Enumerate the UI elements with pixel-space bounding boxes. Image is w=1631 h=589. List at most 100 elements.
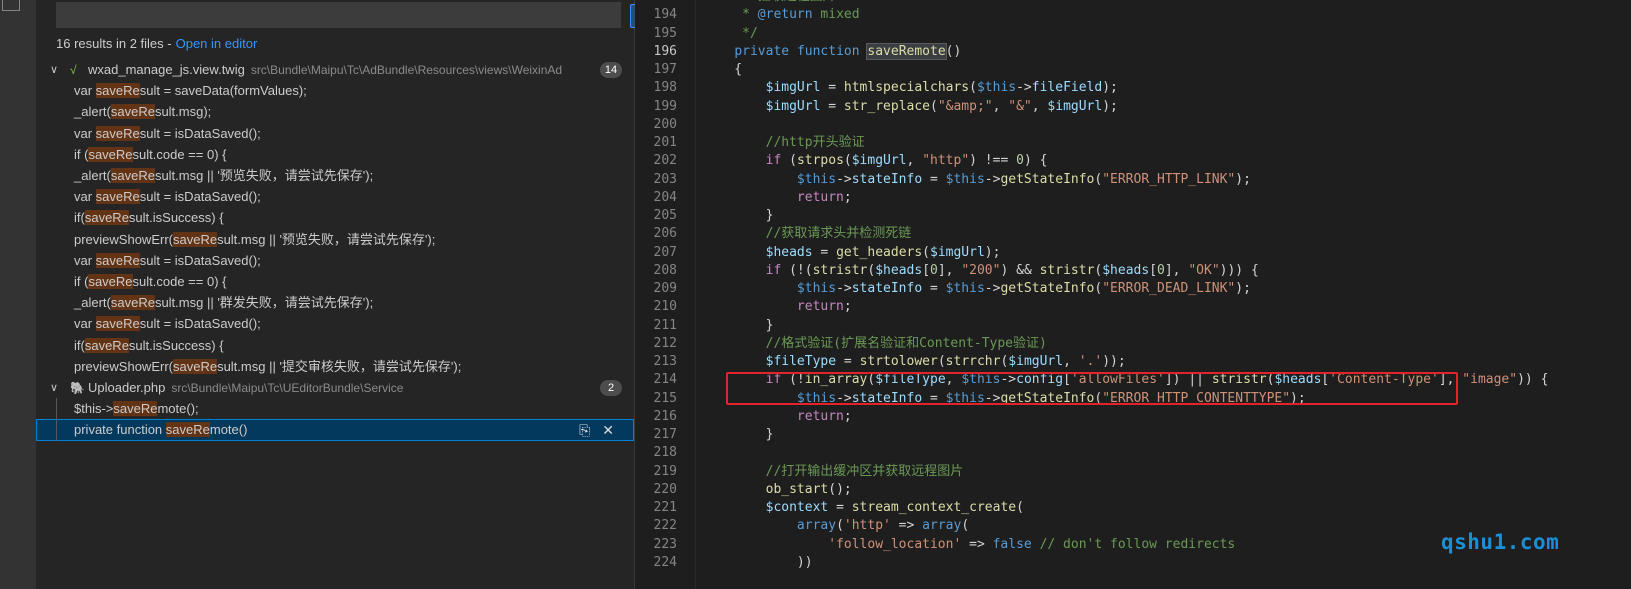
search-match-row[interactable]: var saveResult = isDataSaved(); xyxy=(36,186,634,208)
code-text: * @return mixed xyxy=(703,7,860,23)
code-line[interactable]: 204 return; xyxy=(635,189,1631,207)
line-number: 209 xyxy=(653,281,677,296)
search-match-row[interactable]: var saveResult = isDataSaved(); xyxy=(36,313,634,335)
code-text: //打开输出缓冲区并获取远程图片 xyxy=(703,463,964,479)
search-match-row[interactable]: if (saveResult.code == 0) { xyxy=(36,144,634,166)
code-line[interactable]: 208 if (!(stristr($heads[0], "200") && s… xyxy=(635,262,1631,280)
code-text: $fileType = strtolower(strrchr($imgUrl, … xyxy=(765,354,1126,369)
match-suffix: sult.msg || '预览失败，请尝试先保存'); xyxy=(217,231,436,247)
code-text: if (!(stristr($heads[0], "200") && stris… xyxy=(765,262,1259,278)
chevron-down-icon[interactable]: ∨ xyxy=(50,377,62,399)
open-in-editor-link[interactable]: Open in editor xyxy=(176,36,258,51)
search-match-row[interactable]: if(saveResult.isSuccess) { xyxy=(36,207,634,229)
code-line[interactable]: 193 * 拉取远程图片 xyxy=(635,0,1631,6)
dismiss-icon[interactable]: ✕ xyxy=(602,422,614,438)
search-match-row[interactable]: var saveResult = saveData(formValues); xyxy=(36,80,634,102)
code-line[interactable]: 197 { xyxy=(635,61,1631,79)
replace-icon[interactable]: ⎘ xyxy=(579,422,590,438)
code-line[interactable]: 210 return; xyxy=(635,298,1631,316)
code-line[interactable]: 224 )) xyxy=(635,554,1631,572)
match-text: previewShowErr(saveResult.msg || '预览失败，请… xyxy=(74,229,435,251)
code-line[interactable]: 203 $this->stateInfo = $this->getStateIn… xyxy=(635,171,1631,189)
code-line[interactable]: 201 //http开头验证 xyxy=(635,134,1631,152)
file-path: src\Bundle\Maipu\Tc\UEditorBundle\Servic… xyxy=(171,381,404,395)
match-highlight: saveRe xyxy=(88,146,133,162)
code-line[interactable]: 219 //打开输出缓冲区并获取远程图片 xyxy=(635,463,1631,481)
code-line[interactable]: 212 //格式验证(扩展名验证和Content-Type验证) xyxy=(635,335,1631,353)
code-line[interactable]: 217 } xyxy=(635,426,1631,444)
search-match-row[interactable]: var saveResult = isDataSaved(); xyxy=(36,250,634,272)
match-suffix: sult.msg || '群发失败，请尝试先保存'); xyxy=(154,295,374,311)
php-file-icon: 🐘 xyxy=(70,381,85,395)
match-prefix: if ( xyxy=(74,146,89,162)
match-prefix: var xyxy=(74,83,96,99)
chevron-down-icon[interactable]: ∨ xyxy=(50,59,62,81)
line-number: 216 xyxy=(653,408,677,424)
code-line[interactable]: 205 } xyxy=(635,207,1631,225)
search-match-row[interactable]: _alert(saveResult.msg); xyxy=(36,101,634,123)
result-file-row[interactable]: ∨ 🐘 Uploader.php src\Bundle\Maipu\Tc\UEdito… xyxy=(36,377,634,399)
match-text: $this->saveRemote(); xyxy=(74,398,199,420)
search-sidebar: ⚙ 16 results in 2 files -Open in editor … xyxy=(36,0,656,589)
search-match-row[interactable]: if (saveResult.code == 0) { xyxy=(36,271,634,293)
match-suffix: sult.msg || '预览失败，请尝试先保存'); xyxy=(154,168,374,183)
code-line[interactable]: 216 return; xyxy=(635,408,1631,426)
match-highlight: saveRe xyxy=(95,189,140,205)
code-text: return; xyxy=(796,299,852,315)
search-match-row[interactable]: previewShowErr(saveResult.msg || '预览失败，请… xyxy=(36,229,634,251)
code-line[interactable]: 218 xyxy=(635,444,1631,462)
match-prefix: $this-> xyxy=(74,401,114,417)
code-line[interactable]: 198 $imgUrl = htmlspecialchars($this->fi… xyxy=(635,79,1631,97)
code-line[interactable]: 211 } xyxy=(635,317,1631,335)
search-match-row[interactable]: if(saveResult.isSuccess) { xyxy=(36,335,634,357)
match-highlight: saveRe xyxy=(88,274,133,289)
line-number: 193 xyxy=(635,0,677,6)
code-text: //格式验证(扩展名验证和Content-Type验证) xyxy=(703,335,1047,351)
line-number: 218 xyxy=(653,445,677,461)
result-file-row[interactable]: ∨ √ wxad_manage_js.view.twig src\Bundle\Mai… xyxy=(36,59,634,81)
code-text: 'follow_location' => false // don't foll… xyxy=(828,536,1236,552)
line-number: 197 xyxy=(653,62,677,77)
code-line[interactable]: 195 */ xyxy=(635,25,1631,43)
code-line[interactable]: 209 $this->stateInfo = $this->getStateIn… xyxy=(635,280,1631,298)
search-match-row[interactable]: _alert(saveResult.msg || '群发失败，请尝试先保存'); xyxy=(36,292,634,314)
search-match-row[interactable]: private function saveRemote() ⎘ ✕ xyxy=(36,419,634,442)
match-suffix: sult.code == 0) { xyxy=(132,274,227,289)
code-line[interactable]: 213 $fileType = strtolower(strrchr($imgU… xyxy=(635,353,1631,371)
search-input[interactable] xyxy=(56,2,621,28)
explorer-icon[interactable] xyxy=(2,0,20,11)
search-match-row[interactable]: previewShowErr(saveResult.msg || '提交审核失败… xyxy=(36,356,634,378)
code-line[interactable]: 200 xyxy=(635,116,1631,134)
code-line[interactable]: 199 $imgUrl = str_replace("&amp;", "&", … xyxy=(635,98,1631,116)
match-prefix: previewShowErr( xyxy=(74,231,173,247)
line-number: 222 xyxy=(653,518,677,534)
code-line[interactable]: 220 ob_start(); xyxy=(635,481,1631,499)
code-line[interactable]: 194 * @return mixed xyxy=(635,6,1631,24)
match-suffix: sult = isDataSaved(); xyxy=(139,316,261,332)
match-text: var saveResult = isDataSaved(); xyxy=(74,123,261,145)
match-prefix: previewShowErr( xyxy=(74,358,173,374)
match-suffix: sult.isSuccess) { xyxy=(128,337,224,353)
code-editor[interactable]: 193 * 拉取远程图片194 * @return mixed195 */196… xyxy=(635,0,1631,589)
match-highlight: saveRe xyxy=(95,83,140,99)
line-number: 212 xyxy=(653,335,677,351)
match-count-badge: 14 xyxy=(600,62,622,78)
search-match-row[interactable]: $this->saveRemote(); xyxy=(36,398,634,420)
match-suffix: sult = isDataSaved(); xyxy=(139,252,261,268)
line-number: 211 xyxy=(653,317,677,333)
code-line[interactable]: 202 if (strpos($imgUrl, "http") !== 0) { xyxy=(635,152,1631,170)
code-line[interactable]: 206 //获取请求头并检测死链 xyxy=(635,225,1631,243)
search-match-row[interactable]: var saveResult = isDataSaved(); xyxy=(36,123,634,145)
line-number: 217 xyxy=(653,427,677,442)
match-suffix: sult = isDataSaved(); xyxy=(139,189,261,205)
code-line[interactable]: 221 $context = stream_context_create( xyxy=(635,499,1631,517)
code-text: ob_start(); xyxy=(765,481,852,497)
code-line[interactable]: 196 private function saveRemote() xyxy=(635,42,1631,61)
search-match-row[interactable]: _alert(saveResult.msg || '预览失败，请尝试先保存'); xyxy=(36,165,634,187)
code-line[interactable]: 207 $heads = get_headers($imgUrl); xyxy=(635,244,1631,262)
match-prefix: _alert( xyxy=(74,295,111,311)
match-suffix: sult.code == 0) { xyxy=(132,146,227,162)
code-text: return; xyxy=(796,408,852,424)
match-text: _alert(saveResult.msg); xyxy=(74,101,211,123)
code-text: $context = stream_context_create( xyxy=(765,500,1024,515)
